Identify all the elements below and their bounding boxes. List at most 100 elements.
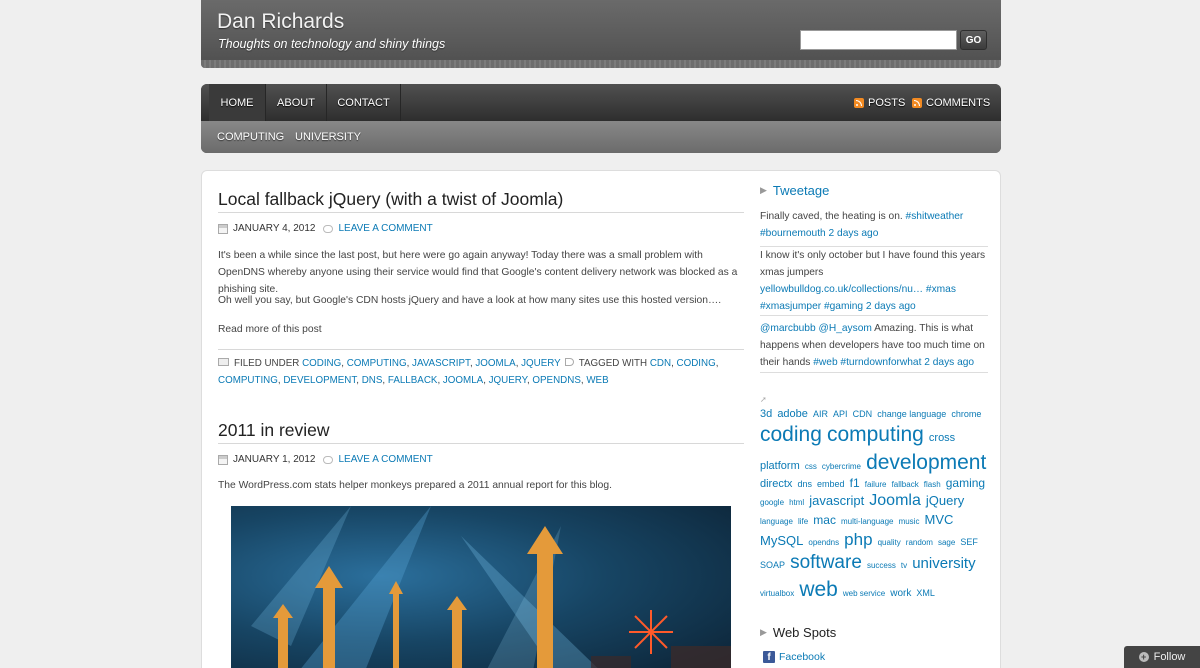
- tag-cloud-link[interactable]: development: [866, 451, 986, 474]
- tag-cloud-link[interactable]: virtualbox: [760, 589, 794, 598]
- tag-cloud-link[interactable]: google: [760, 498, 784, 507]
- tag-cloud-link[interactable]: SOAP: [760, 560, 785, 570]
- rss-icon: [912, 97, 922, 108]
- tag-cloud-link[interactable]: change language: [877, 409, 946, 419]
- search-go-button[interactable]: GO: [960, 30, 987, 50]
- tag-link[interactable]: WEB: [586, 375, 608, 386]
- divider: [218, 212, 744, 213]
- tag-cloud-link[interactable]: adobe: [777, 408, 808, 420]
- tag-cloud-link[interactable]: quality: [878, 538, 901, 547]
- tag-cloud-link[interactable]: dns: [797, 479, 812, 489]
- mention-link[interactable]: @H_aysom: [819, 323, 872, 334]
- nav-item-contact[interactable]: CONTACT: [327, 84, 401, 121]
- tag-cloud-link[interactable]: CDN: [853, 409, 873, 419]
- tweet-links[interactable]: #web #turndownforwhat 2 days ago: [813, 357, 974, 368]
- post-title[interactable]: 2011 in review: [218, 420, 330, 441]
- nav-item-home[interactable]: HOME: [209, 84, 266, 121]
- category-link[interactable]: JOOMLA: [475, 358, 515, 369]
- tag-cloud-link[interactable]: html: [789, 498, 804, 507]
- tag-cloud-link[interactable]: embed: [817, 479, 845, 489]
- leave-comment-link[interactable]: LEAVE A COMMENT: [338, 223, 432, 234]
- follow-button[interactable]: + Follow: [1124, 646, 1200, 668]
- tag-link[interactable]: JOOMLA: [443, 375, 483, 386]
- tag-link[interactable]: OPENDNS: [532, 375, 580, 386]
- mention-link[interactable]: @marcbubb: [760, 323, 816, 334]
- comments-feed-link[interactable]: COMMENTS: [912, 84, 990, 121]
- category-link[interactable]: JQUERY: [521, 358, 561, 369]
- category-link[interactable]: JAVASCRIPT: [412, 358, 470, 369]
- tag-cloud-link[interactable]: javascript: [809, 493, 864, 508]
- tag-cloud-link[interactable]: life: [798, 517, 808, 526]
- tag-cloud-link[interactable]: opendns: [808, 538, 839, 547]
- tag-link[interactable]: JQUERY: [489, 375, 527, 386]
- webspots-widget-title: ▶ Web Spots: [760, 625, 836, 640]
- tag-cloud-link[interactable]: API: [833, 409, 848, 419]
- tag-cloud-link[interactable]: coding: [760, 423, 822, 446]
- category-university[interactable]: UNIVERSITY: [295, 121, 361, 153]
- site-title[interactable]: Dan Richards: [217, 10, 344, 34]
- nav-item-about[interactable]: ABOUT: [266, 84, 327, 121]
- leave-comment-link[interactable]: LEAVE A COMMENT: [338, 454, 432, 465]
- tag-cloud-link[interactable]: f1: [850, 476, 860, 490]
- tag-link[interactable]: CDN: [650, 358, 671, 369]
- search-input[interactable]: [800, 30, 957, 50]
- tag-cloud-link[interactable]: XML: [916, 588, 935, 598]
- category-computing[interactable]: COMPUTING: [217, 121, 284, 153]
- tag-cloud-link[interactable]: random: [906, 538, 933, 547]
- burst-icon: [629, 610, 673, 654]
- follow-label: Follow: [1153, 651, 1186, 663]
- tag-cloud-link[interactable]: web service: [843, 589, 885, 598]
- divider: [760, 315, 988, 316]
- tag-cloud-link[interactable]: web: [799, 578, 838, 601]
- tag-cloud-link[interactable]: MySQL: [760, 533, 803, 548]
- tag-cloud-link[interactable]: tv: [901, 561, 907, 570]
- tweet: @marcbubb @H_aysom Amazing. This is what…: [760, 320, 988, 371]
- tweet-links[interactable]: yellowbulldog.co.uk/collections/nu… #xma…: [760, 284, 956, 312]
- calendar-icon: [218, 223, 228, 234]
- facebook-link[interactable]: f Facebook: [763, 651, 825, 663]
- post-title[interactable]: Local fallback jQuery (with a twist of J…: [218, 189, 563, 210]
- category-link[interactable]: CODING: [302, 358, 341, 369]
- tag-link[interactable]: DNS: [362, 375, 383, 386]
- read-more-link[interactable]: Read more of this post: [218, 321, 744, 338]
- tag-cloud-link[interactable]: SEF: [960, 537, 978, 547]
- post-date[interactable]: JANUARY 4, 2012: [233, 223, 315, 234]
- tag-link[interactable]: DEVELOPMENT: [283, 375, 356, 386]
- category-link[interactable]: COMPUTING: [347, 358, 407, 369]
- tag-cloud-link[interactable]: computing: [827, 423, 924, 446]
- tag-cloud-link[interactable]: jQuery: [926, 493, 964, 508]
- tag-cloud-link[interactable]: MVC: [925, 512, 954, 527]
- content-area: Local fallback jQuery (with a twist of J…: [201, 170, 1001, 668]
- annual-report-image[interactable]: [231, 506, 731, 668]
- tag-cloud-link[interactable]: failure: [865, 480, 887, 489]
- bullet-arrow-icon: ➚: [760, 395, 767, 404]
- tag-cloud-link[interactable]: css: [805, 462, 817, 471]
- tag-cloud-link[interactable]: music: [899, 517, 920, 526]
- tweet: Finally caved, the heating is on. #shitw…: [760, 208, 988, 242]
- tag-cloud-link[interactable]: multi-language: [841, 517, 893, 526]
- tag-cloud-link[interactable]: flash: [924, 480, 941, 489]
- divider: [218, 443, 744, 444]
- tag-cloud-link[interactable]: sage: [938, 538, 955, 547]
- tag-cloud-link[interactable]: mac: [813, 513, 836, 527]
- tag-cloud-link[interactable]: directx: [760, 478, 792, 490]
- tag-cloud-link[interactable]: cybercrime: [822, 462, 861, 471]
- tag-link[interactable]: COMPUTING: [218, 375, 278, 386]
- tag-cloud-link[interactable]: language: [760, 517, 793, 526]
- tweetage-link[interactable]: Tweetage: [773, 183, 829, 198]
- tag-cloud-link[interactable]: php: [844, 530, 872, 549]
- tag-cloud-link[interactable]: software: [790, 552, 862, 573]
- tag-cloud-link[interactable]: university: [912, 555, 975, 572]
- posts-feed-link[interactable]: POSTS: [854, 84, 905, 121]
- tag-cloud-link[interactable]: AIR: [813, 409, 828, 419]
- tag-cloud-link[interactable]: 3d: [760, 408, 772, 420]
- tag-cloud-link[interactable]: fallback: [892, 480, 919, 489]
- tag-cloud-link[interactable]: gaming: [946, 476, 985, 490]
- post-date[interactable]: JANUARY 1, 2012: [233, 454, 315, 465]
- tag-link[interactable]: FALLBACK: [388, 375, 438, 386]
- tag-cloud-link[interactable]: chrome: [951, 409, 981, 419]
- tag-cloud-link[interactable]: work: [890, 588, 911, 599]
- tag-cloud-link[interactable]: success: [867, 561, 896, 570]
- tag-link[interactable]: CODING: [677, 358, 716, 369]
- tag-cloud-link[interactable]: Joomla: [869, 492, 921, 509]
